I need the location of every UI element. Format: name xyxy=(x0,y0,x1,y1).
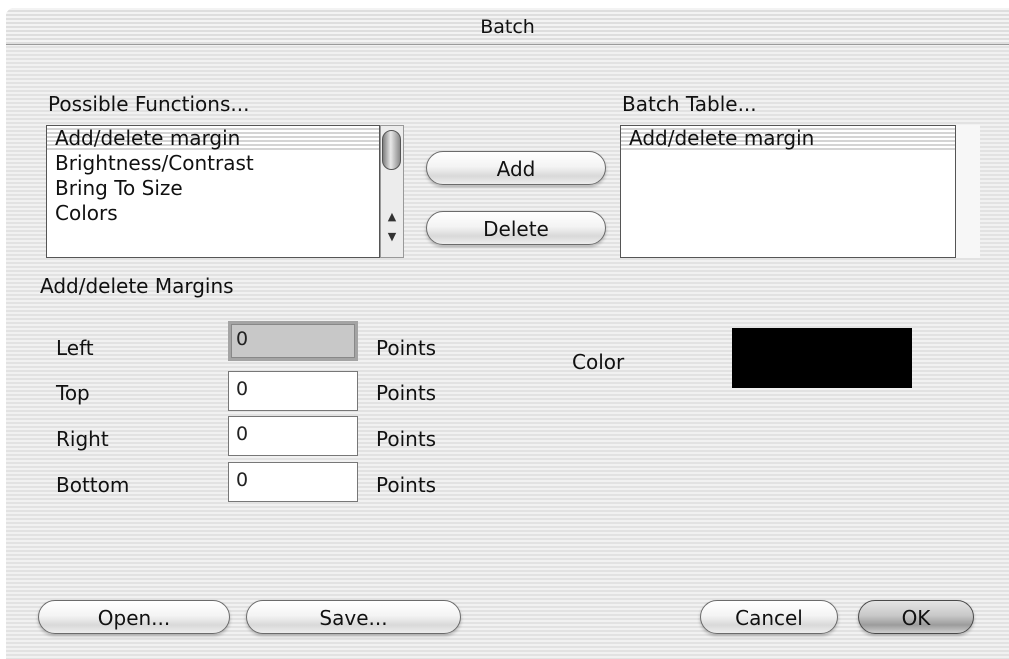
batch-table-item[interactable]: Add/delete margin xyxy=(621,126,955,151)
possible-function-item[interactable]: Colors xyxy=(47,201,379,226)
possible-function-item[interactable]: Add/delete margin xyxy=(47,126,379,151)
margins-section-label: Add/delete Margins xyxy=(40,274,234,298)
up-arrow-icon[interactable]: ▲ xyxy=(381,210,403,223)
left-margin-field[interactable]: 0 xyxy=(228,321,358,361)
batch-table-list[interactable]: Add/delete margin xyxy=(620,125,956,258)
open-button[interactable]: Open... xyxy=(38,600,230,634)
cancel-button[interactable]: Cancel xyxy=(700,600,838,634)
bottom-unit-label: Points xyxy=(376,473,437,497)
top-margin-field[interactable]: 0 xyxy=(228,371,358,411)
right-unit-label: Points xyxy=(376,427,437,451)
ok-button[interactable]: OK xyxy=(858,600,974,634)
color-label: Color xyxy=(572,350,625,374)
color-swatch[interactable] xyxy=(732,328,912,388)
title-bar[interactable]: Batch xyxy=(6,8,1009,45)
possible-function-item[interactable]: Brightness/Contrast xyxy=(47,151,379,176)
possible-functions-list[interactable]: Add/delete margin Brightness/Contrast Br… xyxy=(46,125,380,258)
window-title: Batch xyxy=(480,16,535,38)
left-label: Left xyxy=(56,336,94,360)
batch-table-scrollbar[interactable] xyxy=(956,125,980,258)
possible-functions-scrollbar[interactable]: ▲ ▼ xyxy=(380,125,404,258)
save-button[interactable]: Save... xyxy=(246,600,461,634)
down-arrow-icon[interactable]: ▼ xyxy=(381,230,403,243)
scrollbar-thumb[interactable] xyxy=(382,130,401,170)
bottom-margin-field[interactable]: 0 xyxy=(228,462,358,502)
possible-functions-label: Possible Functions... xyxy=(48,92,250,116)
possible-function-item[interactable]: Bring To Size xyxy=(47,176,379,201)
batch-table-label: Batch Table... xyxy=(622,92,757,116)
right-label: Right xyxy=(56,427,109,451)
batch-dialog: Batch Possible Functions... Add/delete m… xyxy=(6,8,1009,659)
left-unit-label: Points xyxy=(376,336,437,360)
delete-button[interactable]: Delete xyxy=(426,211,606,245)
right-margin-field[interactable]: 0 xyxy=(228,416,358,456)
bottom-label: Bottom xyxy=(56,473,130,497)
top-label: Top xyxy=(56,381,90,405)
add-button[interactable]: Add xyxy=(426,151,606,185)
top-unit-label: Points xyxy=(376,381,437,405)
